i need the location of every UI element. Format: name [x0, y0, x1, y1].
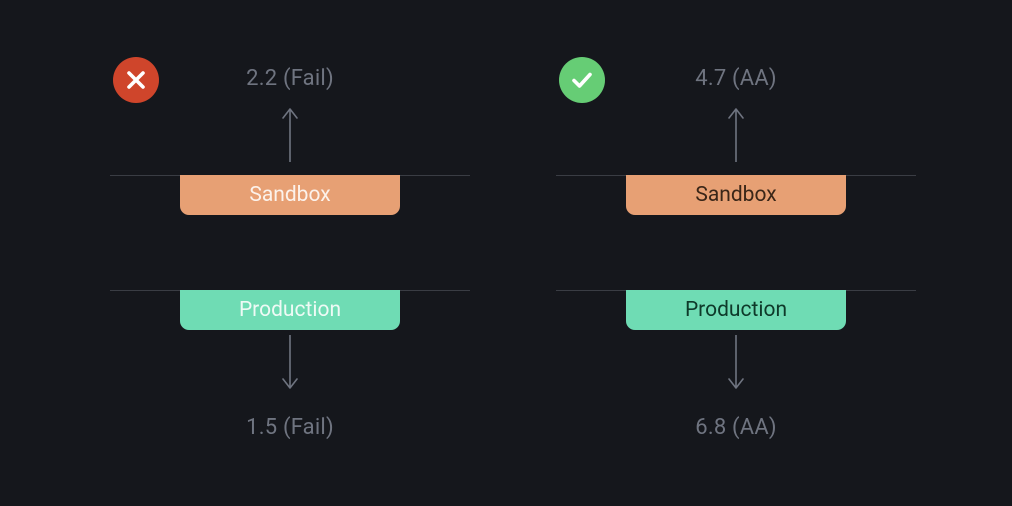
production-tab: Production	[626, 290, 846, 330]
contrast-score-top: 4.7 (AA)	[636, 66, 836, 91]
production-label: Production	[685, 298, 787, 322]
contrast-score-bottom: 1.5 (Fail)	[190, 415, 390, 440]
contrast-example-pass: 4.7 (AA) Sandbox Production 6.8 (AA)	[516, 0, 956, 506]
production-tab: Production	[180, 290, 400, 330]
arrow-up-icon	[278, 106, 302, 162]
contrast-score-top: 2.2 (Fail)	[190, 66, 390, 91]
production-label: Production	[239, 298, 341, 322]
production-row: Production	[556, 290, 916, 330]
fail-icon	[113, 57, 159, 103]
sandbox-row: Sandbox	[110, 175, 470, 215]
production-row: Production	[110, 290, 470, 330]
sandbox-tab: Sandbox	[626, 175, 846, 215]
arrow-down-icon	[278, 335, 302, 391]
sandbox-label: Sandbox	[695, 183, 776, 207]
arrow-up-icon	[724, 106, 748, 162]
contrast-score-bottom: 6.8 (AA)	[636, 415, 836, 440]
sandbox-row: Sandbox	[556, 175, 916, 215]
sandbox-label: Sandbox	[249, 183, 330, 207]
check-icon	[569, 67, 595, 93]
sandbox-tab: Sandbox	[180, 175, 400, 215]
pass-icon	[559, 57, 605, 103]
x-icon	[125, 69, 147, 91]
arrow-down-icon	[724, 335, 748, 391]
contrast-example-fail: 2.2 (Fail) Sandbox Production 1.5 (Fail)	[70, 0, 510, 506]
